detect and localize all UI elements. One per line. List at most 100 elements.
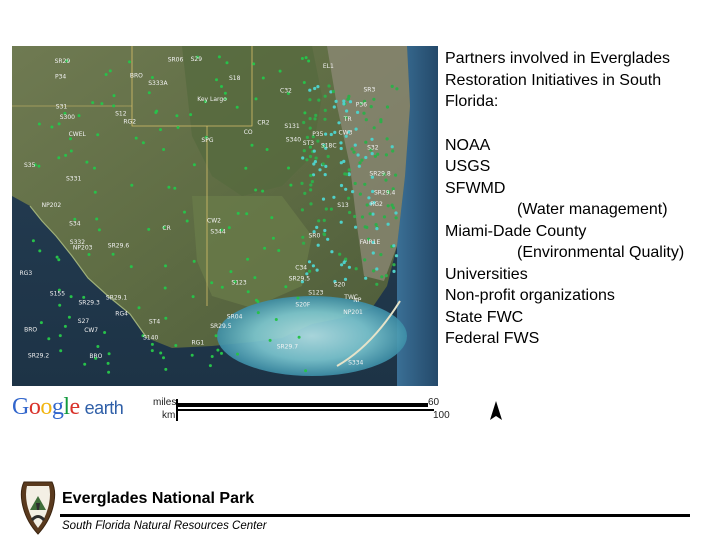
station-marker bbox=[77, 114, 81, 118]
station-marker bbox=[385, 137, 389, 141]
station-marker bbox=[356, 153, 360, 157]
station-marker bbox=[375, 267, 379, 271]
station-marker bbox=[57, 156, 61, 160]
station-marker bbox=[107, 352, 111, 356]
station-label: EL1 bbox=[323, 63, 334, 70]
station-marker bbox=[69, 295, 73, 299]
station-marker bbox=[329, 207, 333, 211]
station-marker bbox=[300, 181, 304, 185]
station-marker bbox=[301, 156, 305, 160]
station-label: SR29.4 bbox=[374, 190, 396, 197]
station-marker bbox=[358, 192, 362, 196]
station-label: S155 bbox=[50, 291, 65, 298]
station-marker bbox=[250, 143, 254, 147]
station-marker bbox=[304, 56, 308, 60]
station-label: RG2 bbox=[370, 201, 383, 208]
station-marker bbox=[137, 306, 141, 310]
station-marker bbox=[347, 265, 351, 269]
station-marker bbox=[130, 183, 134, 187]
station-marker bbox=[323, 228, 327, 233]
station-marker bbox=[223, 91, 227, 95]
station-label: FAIR1E bbox=[360, 239, 381, 246]
station-marker bbox=[358, 161, 362, 165]
station-marker bbox=[390, 203, 394, 207]
station-marker bbox=[356, 110, 360, 114]
station-label: S331 bbox=[66, 176, 81, 183]
station-marker bbox=[363, 225, 367, 229]
station-label: SR29.1 bbox=[106, 294, 128, 301]
station-label: SR29.5 bbox=[289, 276, 311, 283]
scale-miles-label: miles bbox=[153, 397, 177, 408]
station-label: SR29.3 bbox=[79, 299, 101, 306]
station-marker bbox=[394, 211, 398, 215]
station-marker bbox=[353, 214, 357, 219]
station-marker bbox=[164, 264, 167, 268]
satellite-map-image: CR2 SR29.8 SR29.7 SR29.5 SR29.6 SR29.4 FAIR1E E… bbox=[12, 46, 438, 386]
station-marker bbox=[107, 370, 111, 374]
station-label: S123 bbox=[231, 280, 246, 287]
station-marker bbox=[316, 243, 320, 247]
station-marker bbox=[274, 318, 278, 321]
station-label: CW7 bbox=[84, 327, 98, 334]
station-marker bbox=[375, 227, 379, 231]
station-marker bbox=[309, 188, 313, 192]
station-label: S18 bbox=[229, 75, 241, 82]
station-marker bbox=[364, 118, 368, 122]
station-marker bbox=[354, 127, 358, 131]
station-marker bbox=[339, 220, 343, 224]
station-marker bbox=[214, 334, 218, 338]
station-marker bbox=[303, 111, 307, 115]
station-marker bbox=[322, 218, 326, 222]
station-marker bbox=[289, 183, 293, 187]
station-label: S123 bbox=[308, 290, 323, 297]
station-marker bbox=[93, 166, 96, 170]
station-marker bbox=[270, 216, 274, 220]
station-marker bbox=[220, 85, 223, 88]
station-marker bbox=[394, 216, 398, 220]
partner-item: (Water management) bbox=[517, 201, 668, 218]
station-label: TR bbox=[343, 116, 352, 123]
station-marker bbox=[150, 342, 154, 346]
station-marker bbox=[354, 225, 358, 229]
station-marker bbox=[342, 99, 346, 103]
station-marker bbox=[308, 117, 312, 121]
station-marker bbox=[229, 270, 233, 274]
station-marker bbox=[111, 252, 115, 256]
station-label: SR29.8 bbox=[369, 171, 391, 178]
station-marker bbox=[216, 348, 220, 352]
station-marker bbox=[296, 296, 300, 300]
station-marker bbox=[96, 133, 100, 137]
station-marker bbox=[311, 264, 315, 268]
station-marker bbox=[189, 113, 193, 117]
north-arrow-icon bbox=[490, 401, 502, 420]
station-marker bbox=[67, 315, 71, 319]
station-marker bbox=[309, 173, 313, 178]
station-label: S140 bbox=[143, 335, 158, 342]
station-marker bbox=[316, 85, 320, 89]
station-marker bbox=[85, 160, 89, 164]
station-marker bbox=[261, 76, 265, 80]
center-name: South Florida Natural Resources Center bbox=[62, 520, 267, 532]
partner-item: USGS bbox=[445, 158, 491, 175]
station-marker bbox=[220, 285, 224, 289]
station-marker bbox=[329, 132, 333, 137]
station-marker bbox=[386, 204, 390, 208]
station-marker bbox=[128, 60, 131, 64]
partner-item: Miami-Dade County bbox=[445, 222, 587, 240]
partner-item: (Environmental Quality) bbox=[517, 244, 685, 261]
station-marker bbox=[371, 212, 375, 216]
station-marker bbox=[254, 97, 258, 101]
scale-miles-value: 60 bbox=[428, 397, 440, 408]
google-logo-letter: g bbox=[51, 394, 64, 420]
google-logo-letter: G bbox=[12, 394, 29, 420]
station-label: S27 bbox=[78, 318, 90, 325]
station-marker bbox=[394, 254, 399, 258]
station-label: S333A bbox=[148, 80, 168, 87]
station-marker bbox=[103, 331, 107, 334]
station-label: CR2 bbox=[257, 120, 269, 127]
station-marker bbox=[350, 147, 354, 151]
station-marker bbox=[340, 263, 344, 267]
station-marker bbox=[246, 290, 250, 294]
station-marker bbox=[364, 140, 368, 144]
station-marker bbox=[308, 154, 313, 159]
